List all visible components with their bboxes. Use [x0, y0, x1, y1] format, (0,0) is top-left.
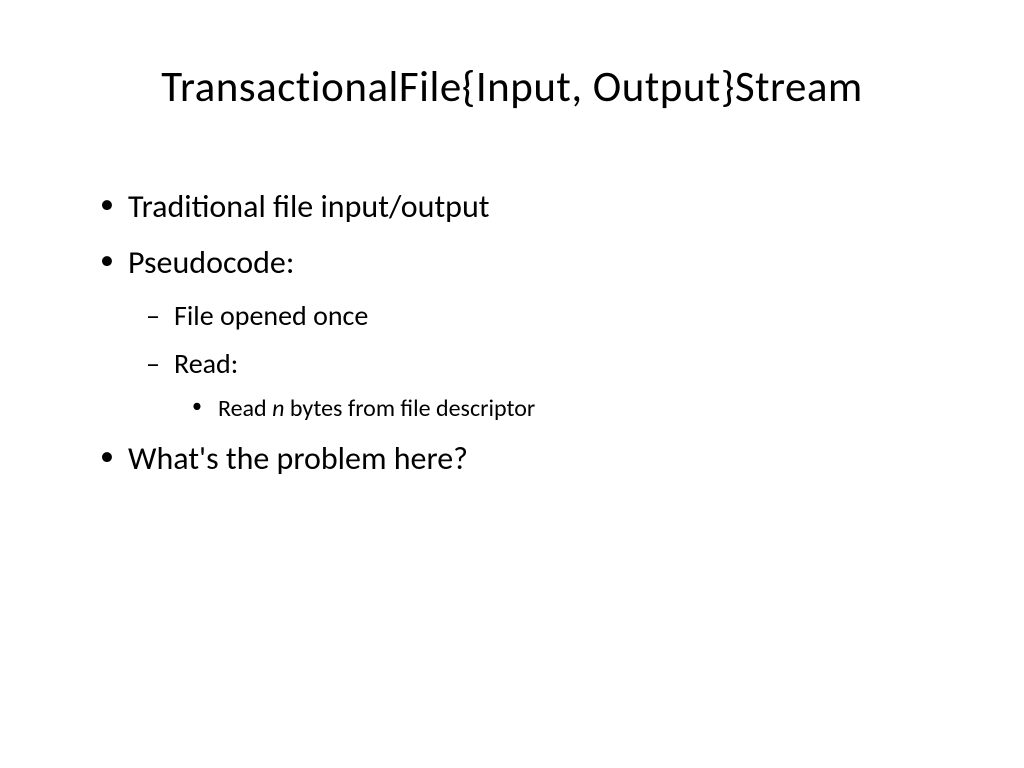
slide-content: Traditional file input/output Pseudocode… — [70, 183, 954, 483]
bullet-text: Pseudocode: — [128, 243, 294, 282]
bullet-item: File opened once — [146, 295, 954, 337]
bullet-text: Read: — [174, 346, 238, 381]
slide-title: TransactionalFile{Input, Output}Stream — [70, 60, 954, 113]
bullet-item: What's the problem here? — [100, 435, 954, 483]
bullet-item: Pseudocode: File opened once Read: Read … — [100, 239, 954, 427]
bullet-list-level3: Read n bytes from file descriptor — [192, 391, 954, 427]
slide-container: TransactionalFile{Input, Output}Stream T… — [0, 0, 1024, 768]
bullet-item: Traditional file input/output — [100, 183, 954, 231]
text-emphasis: n — [272, 394, 284, 423]
bullet-list-level2: File opened once Read: Read n bytes from… — [146, 295, 954, 427]
text-pre: Read — [218, 394, 272, 423]
bullet-item: Read n bytes from file descriptor — [192, 391, 954, 427]
text-post: bytes from file descriptor — [284, 394, 535, 423]
bullet-item: Read: Read n bytes from file descriptor — [146, 343, 954, 427]
bullet-list-level1: Traditional file input/output Pseudocode… — [100, 183, 954, 483]
